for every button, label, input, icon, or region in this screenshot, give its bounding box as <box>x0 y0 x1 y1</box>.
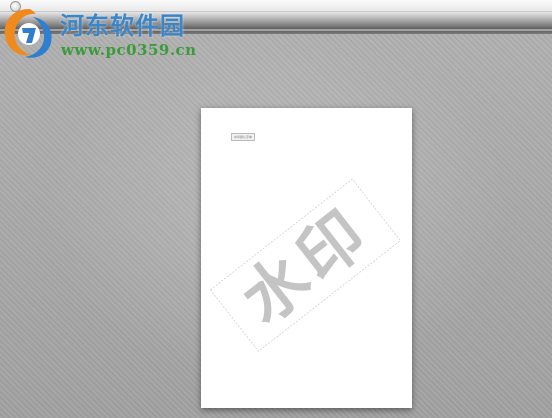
watermark-layer: 水印 <box>209 178 401 352</box>
logo-mark-icon <box>4 9 52 58</box>
logo-title: 河东软件园 <box>60 11 185 40</box>
document-page: 水印默认字体 水印 <box>201 108 412 408</box>
logo-url: www.pc0359.cn <box>61 41 197 59</box>
site-logo: 河东软件园 www.pc0359.cn <box>0 0 210 64</box>
watermark-text: 水印 <box>228 194 384 339</box>
